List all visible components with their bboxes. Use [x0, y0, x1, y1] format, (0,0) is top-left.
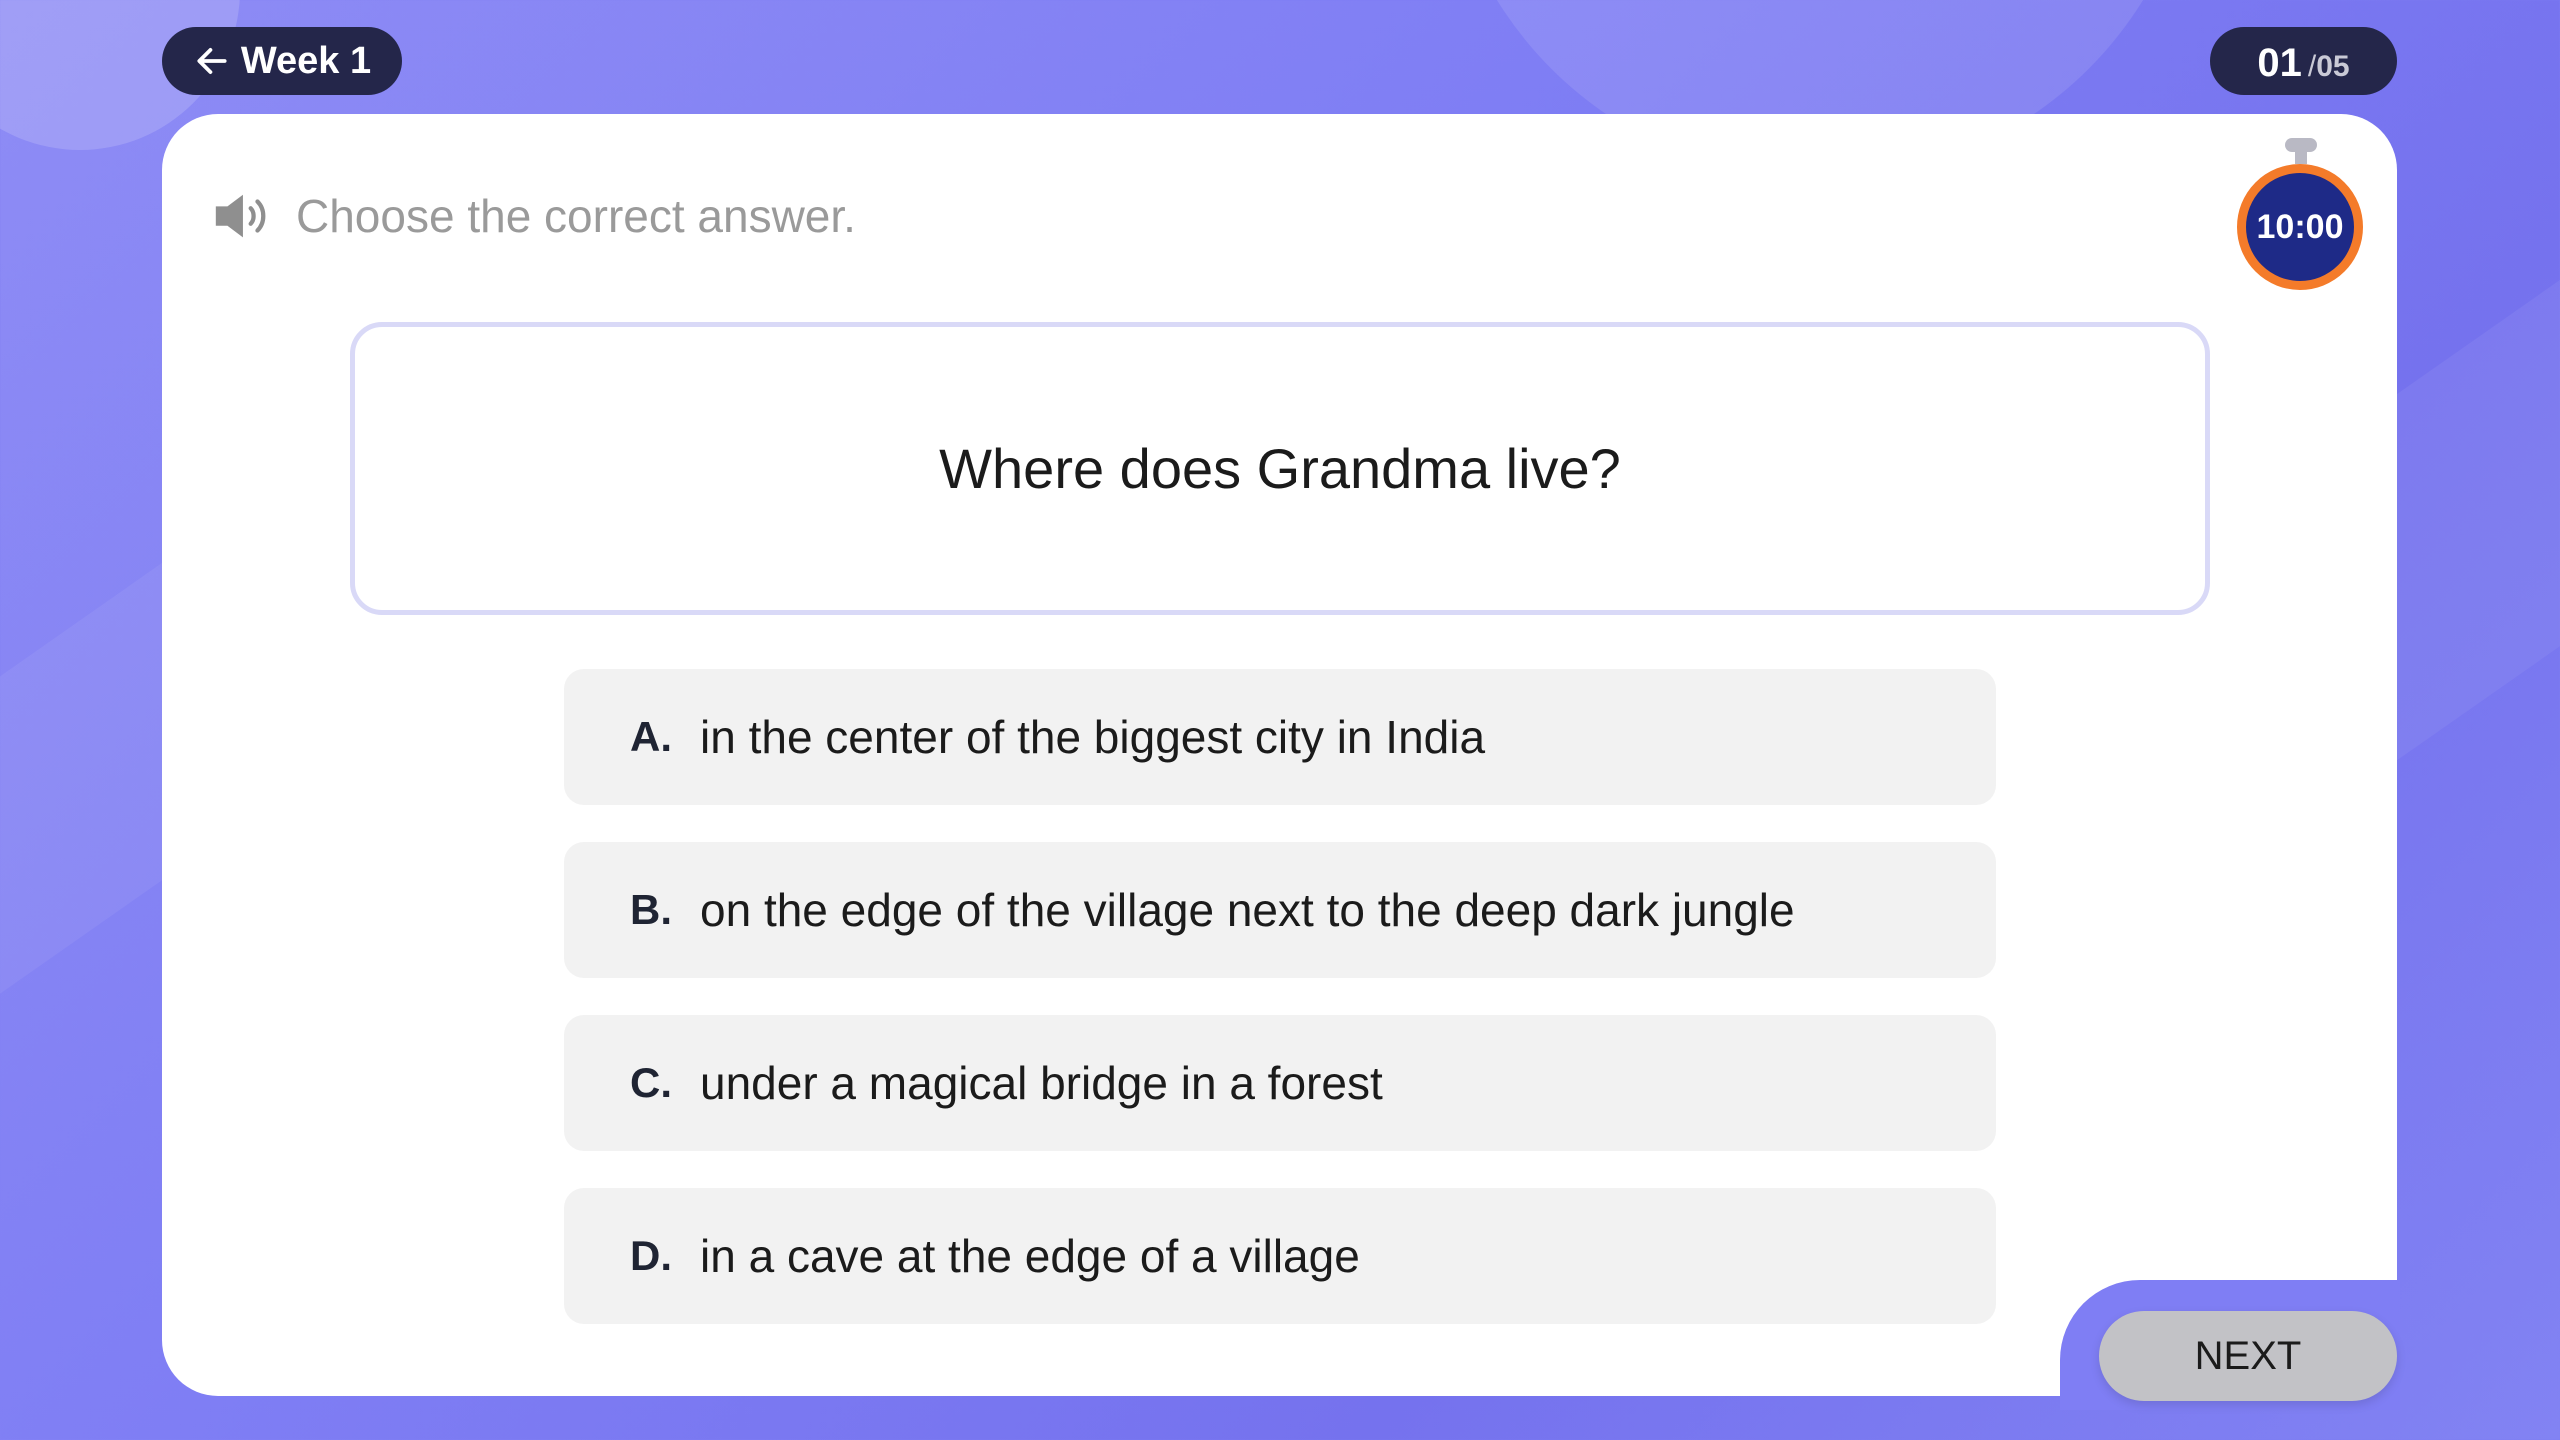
timer-display: 10:00: [2237, 164, 2363, 290]
stopwatch-stem: [2295, 148, 2307, 164]
arrow-left-icon: [197, 48, 227, 74]
counter-separator: /: [2307, 50, 2317, 83]
next-button[interactable]: NEXT: [2099, 1311, 2397, 1401]
question-counter: 01 / 05: [2210, 27, 2397, 95]
answer-option-c[interactable]: C. under a magical bridge in a forest: [564, 1015, 1996, 1151]
option-letter: C.: [630, 1059, 672, 1106]
counter-total: 05: [2316, 50, 2350, 83]
question-text: Where does Grandma live?: [939, 437, 1621, 500]
back-to-week-button[interactable]: Week 1: [162, 27, 402, 95]
instruction-text: Choose the correct answer.: [296, 190, 856, 242]
option-text: on the edge of the village next to the d…: [700, 884, 1795, 936]
option-letter: B.: [630, 886, 672, 933]
instruction-row: Choose the correct answer.: [210, 185, 856, 247]
option-text: in the center of the biggest city in Ind…: [700, 711, 1486, 763]
option-text: under a magical bridge in a forest: [700, 1057, 1383, 1109]
option-letter: A.: [630, 713, 672, 760]
option-letter: D.: [630, 1232, 672, 1279]
answer-option-d[interactable]: D. in a cave at the edge of a village: [564, 1188, 1996, 1324]
question-box: Where does Grandma live?: [350, 322, 2210, 615]
counter-current: 01: [2257, 41, 2302, 85]
back-label: Week 1: [240, 39, 372, 82]
speaker-icon[interactable]: [210, 185, 272, 247]
answer-option-a[interactable]: A. in the center of the biggest city in …: [564, 669, 1996, 805]
option-text: in a cave at the edge of a village: [700, 1230, 1360, 1282]
answer-option-b[interactable]: B. on the edge of the village next to th…: [564, 842, 1996, 978]
stopwatch-timer: 10:00: [2237, 138, 2363, 290]
